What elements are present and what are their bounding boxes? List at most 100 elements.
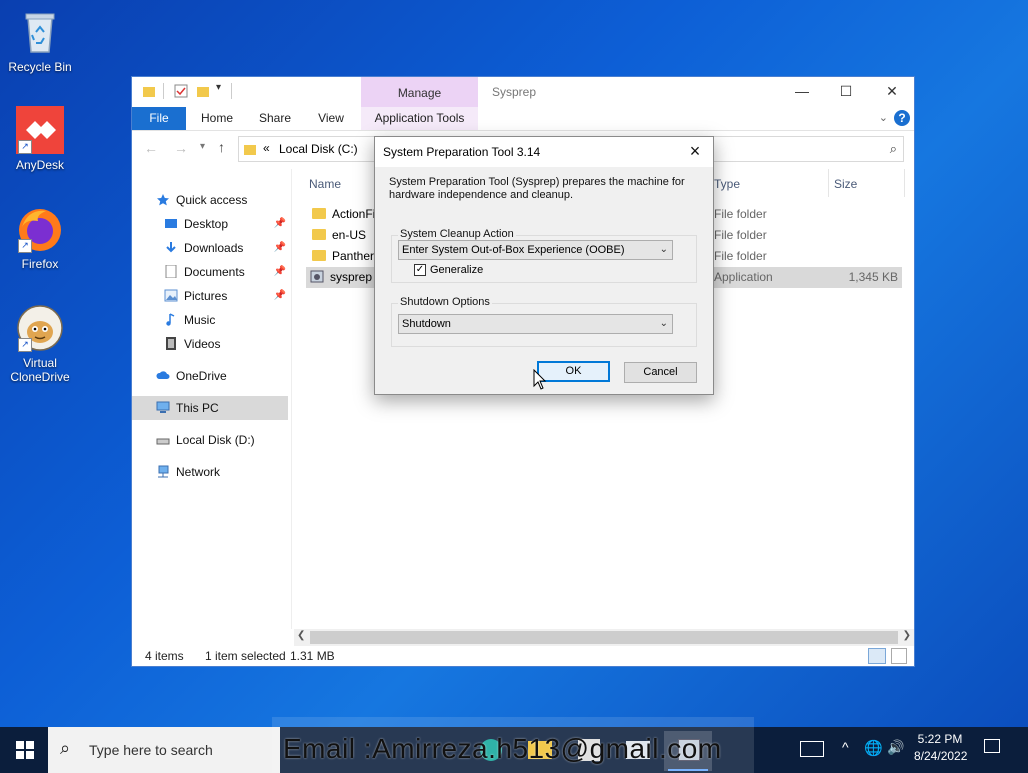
music-note-icon: [164, 311, 178, 326]
nav-network[interactable]: Network: [156, 461, 220, 483]
desktop-icon-virtual-clonedrive[interactable]: ↗ Virtual CloneDrive: [6, 304, 74, 384]
column-divider[interactable]: [904, 169, 905, 197]
windows-start-icon[interactable]: [16, 741, 34, 762]
ok-button[interactable]: OK: [537, 361, 610, 382]
star-icon: [156, 191, 170, 206]
email-watermark: Email :Amirreza.h513@gmail.com: [283, 733, 722, 764]
details-view-icon[interactable]: [868, 648, 886, 664]
nav-onedrive[interactable]: OneDrive: [156, 365, 227, 387]
cleanup-action-select[interactable]: Enter System Out-of-Box Experience (OOBE…: [398, 240, 673, 260]
expand-ribbon-icon[interactable]: ⌄: [879, 111, 888, 124]
nav-videos[interactable]: Videos: [164, 333, 220, 355]
column-header-name[interactable]: Name: [309, 177, 341, 191]
cancel-button[interactable]: Cancel: [624, 362, 697, 383]
properties-icon[interactable]: [174, 84, 188, 98]
tab-application-tools[interactable]: Application Tools: [361, 107, 478, 130]
tab-file[interactable]: File: [132, 107, 186, 130]
pane-splitter[interactable]: [291, 169, 292, 629]
generalize-checkbox[interactable]: ✓: [414, 264, 426, 276]
folder-icon: [312, 229, 326, 240]
anydesk-icon: ↗: [16, 106, 64, 154]
divider: [163, 83, 164, 99]
pin-icon[interactable]: 📌: [274, 285, 286, 307]
column-divider[interactable]: [828, 169, 829, 197]
maximize-button[interactable]: ☐: [834, 81, 858, 101]
chevron-down-icon: ⌄: [659, 244, 668, 255]
nav-downloads[interactable]: Downloads 📌: [164, 237, 288, 259]
desktop-icon-recycle-bin[interactable]: Recycle Bin: [6, 8, 74, 74]
recent-locations-icon[interactable]: ▾: [200, 141, 205, 152]
pin-icon[interactable]: 📌: [274, 237, 286, 259]
cleanup-action-group: System Cleanup Action Enter System Out-o…: [391, 228, 697, 283]
forward-arrow-icon[interactable]: →: [174, 140, 188, 156]
computer-icon: [156, 399, 170, 413]
up-arrow-icon[interactable]: ↑: [218, 139, 225, 155]
address-bar[interactable]: « Local Disk (C:): [238, 136, 376, 162]
active-indicator: [668, 769, 708, 771]
nav-quick-access[interactable]: Quick access: [156, 189, 247, 211]
scrollbar-thumb[interactable]: [310, 631, 898, 644]
firefox-icon: ↗: [16, 205, 64, 253]
desktop-icon-label: Virtual CloneDrive: [10, 356, 70, 384]
tab-share[interactable]: Share: [252, 107, 298, 130]
pin-icon[interactable]: 📌: [274, 213, 286, 235]
news-widget-icon[interactable]: [800, 741, 824, 757]
status-item-count: 4 items: [145, 649, 184, 663]
show-hidden-icons-icon[interactable]: ^: [842, 739, 849, 755]
nav-music[interactable]: Music: [164, 309, 215, 331]
file-type: Application: [714, 270, 773, 284]
tab-home[interactable]: Home: [194, 107, 240, 130]
nav-local-disk-d[interactable]: Local Disk (D:): [156, 429, 255, 451]
shutdown-options-select[interactable]: Shutdown ⌄: [398, 314, 673, 334]
desktop-icon-anydesk[interactable]: ↗ AnyDesk: [6, 106, 74, 172]
tab-manage[interactable]: Manage: [361, 77, 478, 107]
minimize-button[interactable]: —: [790, 81, 814, 101]
close-button[interactable]: ✕: [880, 81, 904, 101]
nav-desktop[interactable]: Desktop 📌: [164, 213, 288, 235]
file-name: ActionFi: [312, 204, 375, 225]
file-type: File folder: [714, 228, 767, 242]
clock[interactable]: 5:22 PM 8/24/2022: [914, 732, 968, 763]
new-folder-icon[interactable]: [196, 84, 210, 98]
taskbar-search-input[interactable]: ⌕ Type here to search: [48, 727, 280, 773]
address-chevron: «: [263, 141, 270, 155]
volume-icon[interactable]: 🔊: [887, 739, 904, 756]
generalize-label: Generalize: [430, 264, 484, 276]
nav-this-pc[interactable]: This PC: [156, 397, 219, 419]
dialog-close-button[interactable]: ×: [683, 140, 707, 164]
chevron-down-icon: ⌄: [659, 318, 668, 329]
desktop-icon-label: Recycle Bin: [8, 60, 72, 74]
back-arrow-icon[interactable]: ←: [144, 140, 158, 156]
shutdown-options-label: Shutdown Options: [398, 296, 492, 308]
desktop-icon-firefox[interactable]: ↗ Firefox: [6, 205, 74, 271]
column-header-size[interactable]: Size: [834, 177, 857, 191]
search-placeholder: Type here to search: [89, 742, 213, 758]
nav-pictures[interactable]: Pictures 📌: [164, 285, 288, 307]
scroll-left-icon[interactable]: ❮: [297, 630, 305, 641]
drive-icon: [156, 431, 170, 445]
clock-date: 8/24/2022: [914, 749, 968, 763]
customize-toolbar-icon[interactable]: ▾: [216, 82, 221, 93]
shutdown-options-group: Shutdown Options Shutdown ⌄: [391, 296, 697, 347]
shortcut-arrow-icon: ↗: [18, 338, 32, 352]
pin-icon[interactable]: 📌: [274, 261, 286, 283]
horizontal-scrollbar[interactable]: ❮ ❯: [294, 629, 914, 646]
column-header-type[interactable]: Type: [714, 177, 740, 191]
cleanup-action-label: System Cleanup Action: [398, 228, 516, 240]
search-input[interactable]: ⌕: [712, 136, 904, 162]
folder-icon: [312, 250, 326, 261]
title-bar: ▾ Manage Sysprep — ☐ ✕: [132, 77, 914, 107]
nav-documents[interactable]: Documents 📌: [164, 261, 288, 283]
status-size: 1.31 MB: [290, 649, 335, 663]
shortcut-arrow-icon: ↗: [18, 239, 32, 253]
desktop-icon: [164, 215, 178, 228]
large-icons-view-icon[interactable]: [891, 648, 907, 664]
desktop-icon-label: Firefox: [21, 257, 59, 271]
notification-center-icon[interactable]: [984, 739, 1000, 753]
dialog-description: System Preparation Tool (Sysprep) prepar…: [389, 176, 685, 201]
window-title: Sysprep: [492, 85, 537, 99]
scroll-right-icon[interactable]: ❯: [903, 630, 911, 641]
globe-network-icon[interactable]: 🌐: [864, 739, 883, 757]
tab-view[interactable]: View: [308, 107, 354, 130]
help-icon[interactable]: ?: [894, 110, 910, 126]
